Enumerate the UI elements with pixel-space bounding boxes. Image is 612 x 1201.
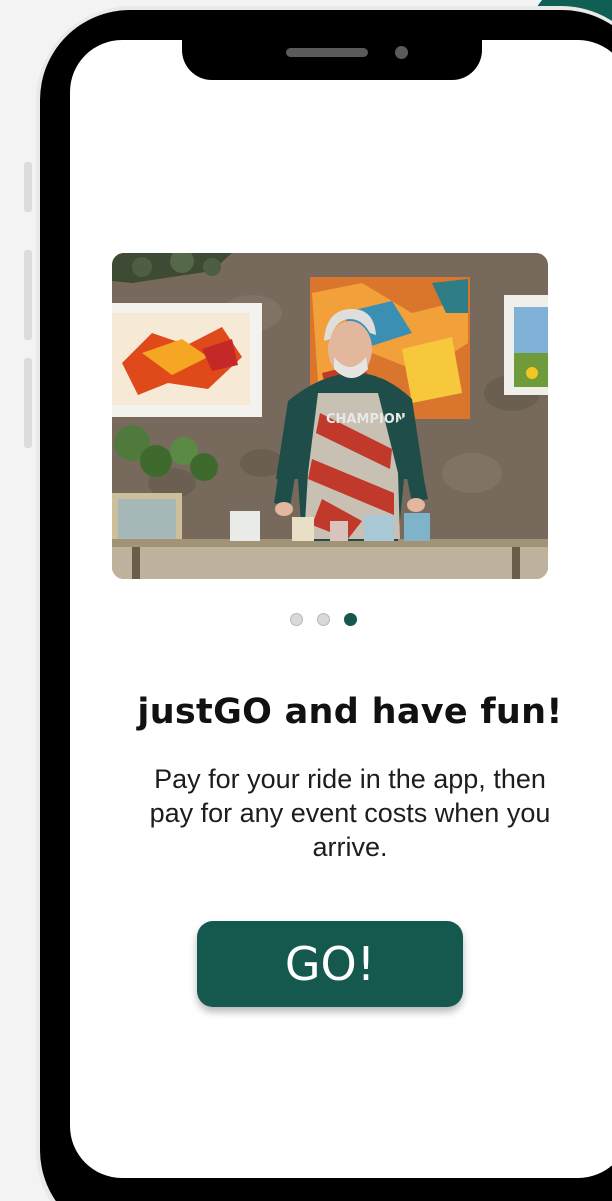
- go-button[interactable]: GO!: [197, 921, 463, 1007]
- apron-lettering: CHAMPION: [326, 412, 406, 427]
- device-mockup-stage: CHAMPION justGO and have fun! Pay for yo…: [0, 0, 612, 1201]
- onboarding-description: Pay for your ride in the app, then pay f…: [149, 764, 551, 862]
- phone-screen: CHAMPION justGO and have fun! Pay for yo…: [70, 40, 612, 1178]
- artist-photo-illustration: CHAMPION: [112, 253, 548, 579]
- front-camera: [395, 46, 408, 59]
- onboarding-photo: CHAMPION: [112, 253, 548, 579]
- page-dot-1[interactable]: [290, 613, 303, 626]
- speaker-grille: [286, 48, 368, 57]
- carousel-pagination: [290, 613, 357, 626]
- phone-notch: [182, 34, 482, 80]
- volume-down-button: [24, 358, 32, 448]
- mute-switch: [24, 162, 32, 212]
- page-dot-3-active[interactable]: [344, 613, 357, 626]
- onboarding-title: justGO and have fun!: [137, 692, 563, 732]
- volume-up-button: [24, 250, 32, 340]
- page-dot-2[interactable]: [317, 613, 330, 626]
